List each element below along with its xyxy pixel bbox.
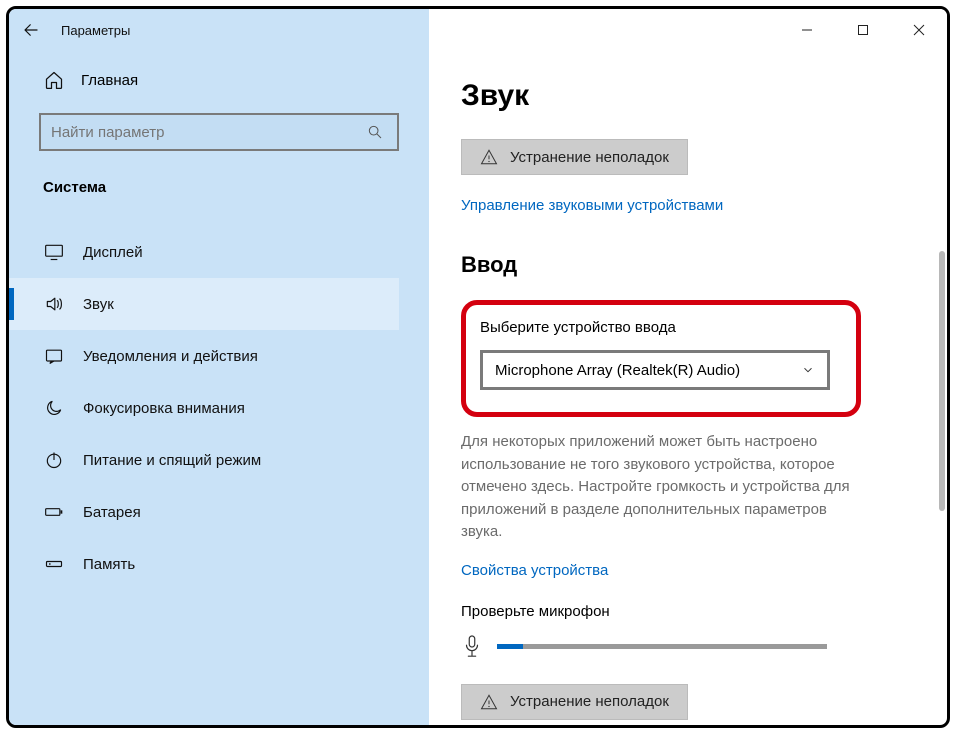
sidebar-item-label: Звук xyxy=(83,296,114,313)
sidebar-item-label: Питание и спящий режим xyxy=(83,452,261,469)
sidebar-item-sound[interactable]: Звук xyxy=(9,278,399,330)
sidebar-item-label: Уведомления и действия xyxy=(83,348,258,365)
search-input[interactable] xyxy=(39,113,399,151)
close-button[interactable] xyxy=(891,9,947,51)
title-bar: Параметры xyxy=(9,9,947,51)
moon-icon xyxy=(43,397,65,419)
input-section-heading: Ввод xyxy=(461,252,907,278)
sidebar: Главная Система Дисплей xyxy=(9,51,429,725)
troubleshoot-button[interactable]: Устранение неполадок xyxy=(461,139,688,175)
troubleshoot-label: Устранение неполадок xyxy=(510,149,669,166)
monitor-icon xyxy=(43,241,65,263)
sidebar-item-notifications[interactable]: Уведомления и действия xyxy=(9,330,399,382)
microphone-icon xyxy=(461,634,483,660)
sidebar-home-label: Главная xyxy=(81,72,138,89)
test-mic-label: Проверьте микрофон xyxy=(461,603,907,620)
manage-devices-link[interactable]: Управление звуковыми устройствами xyxy=(461,197,907,214)
chevron-down-icon xyxy=(801,363,815,377)
sidebar-item-battery[interactable]: Батарея xyxy=(9,486,399,538)
home-icon xyxy=(43,69,65,91)
input-device-value: Microphone Array (Realtek(R) Audio) xyxy=(495,362,740,379)
back-button[interactable] xyxy=(9,9,53,51)
troubleshoot-label-2: Устранение неполадок xyxy=(510,693,669,710)
sidebar-item-label: Дисплей xyxy=(83,244,143,261)
window-title: Параметры xyxy=(61,23,130,38)
sidebar-item-power[interactable]: Питание и спящий режим xyxy=(9,434,399,486)
warning-icon xyxy=(480,693,498,711)
input-device-dropdown[interactable]: Microphone Array (Realtek(R) Audio) xyxy=(480,350,830,390)
mic-level-fill xyxy=(497,644,523,649)
storage-icon xyxy=(43,553,65,575)
close-icon xyxy=(913,24,925,36)
input-device-label: Выберите устройство ввода xyxy=(480,319,838,336)
battery-icon xyxy=(43,501,65,523)
minimize-button[interactable] xyxy=(779,9,835,51)
scrollbar-thumb[interactable] xyxy=(939,251,945,511)
troubleshoot-button-2[interactable]: Устранение неполадок xyxy=(461,684,688,720)
minimize-icon xyxy=(801,24,813,36)
input-device-highlight: Выберите устройство ввода Microphone Arr… xyxy=(461,300,861,417)
notification-icon xyxy=(43,345,65,367)
device-properties-link[interactable]: Свойства устройства xyxy=(461,562,907,579)
mic-level-bar xyxy=(497,644,827,649)
input-device-note: Для некоторых приложений может быть наст… xyxy=(461,431,871,544)
sidebar-item-label: Память xyxy=(83,556,135,573)
warning-icon xyxy=(480,148,498,166)
content-pane: Звук Устранение неполадок Управление зву… xyxy=(429,51,947,725)
sidebar-item-display[interactable]: Дисплей xyxy=(9,226,399,278)
sidebar-item-label: Батарея xyxy=(83,504,141,521)
speaker-icon xyxy=(43,293,65,315)
sidebar-home[interactable]: Главная xyxy=(43,69,399,91)
sidebar-item-focus[interactable]: Фокусировка внимания xyxy=(9,382,399,434)
power-icon xyxy=(43,449,65,471)
search-icon xyxy=(367,124,387,140)
maximize-icon xyxy=(857,24,869,36)
vertical-scrollbar[interactable] xyxy=(939,61,945,705)
maximize-button[interactable] xyxy=(835,9,891,51)
sidebar-category: Система xyxy=(43,179,399,196)
sidebar-item-label: Фокусировка внимания xyxy=(83,400,245,417)
page-heading: Звук xyxy=(461,79,907,113)
search-field[interactable] xyxy=(51,124,367,141)
arrow-left-icon xyxy=(22,21,40,39)
sidebar-item-storage[interactable]: Память xyxy=(9,538,399,590)
